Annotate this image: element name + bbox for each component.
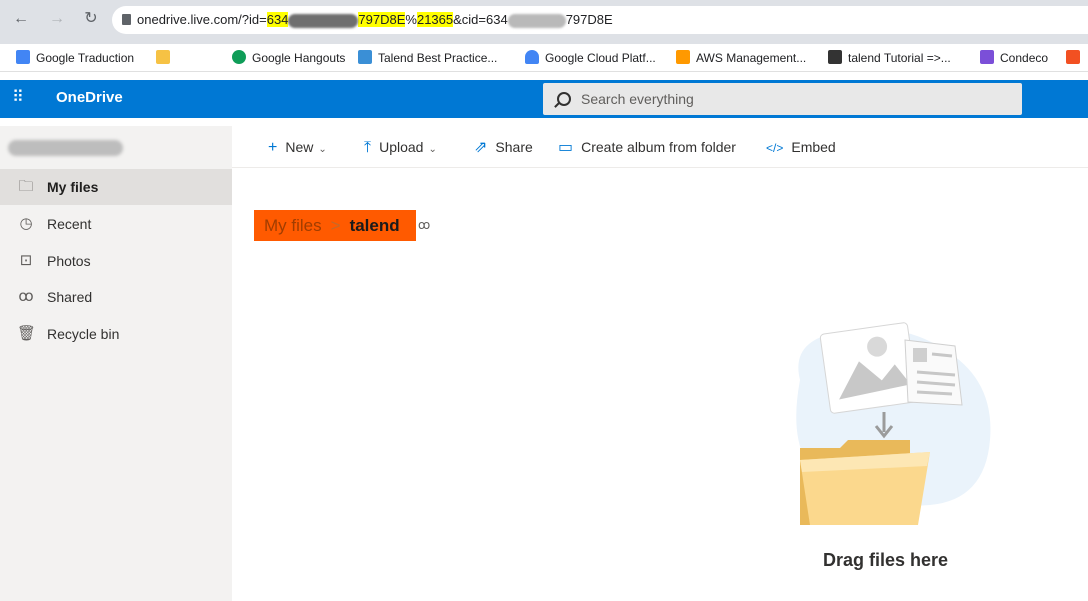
bookmark-label: AWS Management...	[696, 51, 807, 65]
url-text: &cid=634	[453, 12, 508, 27]
share-icon: ⇗	[474, 139, 488, 156]
album-icon: ▭	[558, 139, 574, 156]
bookmark-extra[interactable]	[1066, 49, 1086, 67]
url-text: %	[405, 12, 417, 27]
sidebar-item-label: My files	[47, 179, 99, 195]
url-highlight: 634	[266, 12, 289, 27]
sidebar-item-recycle-bin[interactable]: 🗑 Recycle bin	[0, 316, 232, 352]
sidebar-item-label: Shared	[47, 289, 93, 305]
bookmark-google-hangouts[interactable]: Google Hangouts	[232, 49, 345, 67]
upload-button[interactable]: ⤒ Upload ⌄	[364, 126, 437, 168]
url-highlight: 797D8E	[358, 12, 406, 27]
shared-people-icon[interactable]: ꝏ	[418, 218, 430, 232]
search-input[interactable]: Search everything	[543, 83, 1022, 115]
sidebar-item-label: Recent	[47, 216, 92, 232]
brand-title[interactable]: OneDrive	[56, 89, 123, 106]
breadcrumb: My files > talend	[254, 210, 416, 241]
sidebar-item-my-files[interactable]: 🗀 My files	[0, 169, 232, 205]
embed-button[interactable]: </> Embed	[766, 126, 836, 168]
sidebar-item-photos[interactable]: ⊡ Photos	[0, 243, 232, 279]
bookmark-label: talend Tutorial =>...	[848, 51, 951, 65]
bookmark-label: Condeco	[1000, 51, 1049, 65]
bookmarks-bar: Google Traduction Google Hangouts Talend…	[0, 44, 1088, 72]
bookmark-label: Talend Best Practice...	[378, 51, 498, 65]
photo-icon: ⊡	[19, 252, 33, 269]
aws-icon	[676, 50, 690, 64]
sidebar-item-shared[interactable]: ꝏ Shared	[0, 279, 232, 315]
new-button[interactable]: + New ⌄	[268, 126, 327, 168]
bookmark-condeco[interactable]: Condeco	[980, 49, 1048, 67]
lock-icon	[122, 14, 131, 25]
share-button[interactable]: ⇗ Share	[474, 126, 533, 168]
url-text: 797D8E	[565, 12, 613, 27]
bookmark-label: Google Hangouts	[252, 51, 346, 65]
chevron-down-icon: ⌄	[428, 144, 437, 155]
url-text: onedrive.live.com/?id=	[137, 12, 267, 27]
folder-icon: 🗀	[18, 178, 34, 195]
clock-icon: ◷	[19, 215, 33, 232]
command-bar: + New ⌄ ⤒ Upload ⌄ ⇗ Share ▭ Create album from…	[232, 126, 1088, 168]
empty-state-text: Drag files here	[823, 550, 949, 570]
trash-icon: 🗑	[17, 325, 37, 342]
sidebar-item-label: Recycle bin	[47, 326, 120, 342]
embed-label: Embed	[791, 139, 836, 155]
talend-icon	[358, 50, 372, 64]
sidebar-item-recent[interactable]: ◷ Recent	[0, 206, 232, 242]
app-header: ⠿ OneDrive Search everything	[0, 80, 1088, 118]
bookmark-google-traduction[interactable]: Google Traduction	[16, 49, 134, 67]
search-placeholder: Search everything	[581, 91, 694, 107]
search-icon	[557, 92, 571, 106]
share-label: Share	[495, 139, 533, 155]
bookmark-google-cloud[interactable]: Google Cloud Platf...	[525, 49, 656, 67]
upload-icon: ⤒	[364, 139, 372, 156]
chevron-down-icon: ⌄	[318, 144, 327, 155]
bookmark-label: Google Traduction	[36, 51, 135, 65]
sidebar: 🗀 My files ◷ Recent ⊡ Photos ꝏ Shared 🗑 Recyc…	[0, 126, 232, 601]
album-label: Create album from folder	[581, 139, 736, 155]
create-album-button[interactable]: ▭ Create album from folder	[558, 126, 736, 168]
tutorial-icon	[828, 50, 842, 64]
app-launcher-icon[interactable]: ⠿	[12, 88, 32, 108]
user-name-redaction	[8, 140, 123, 156]
url-redaction	[507, 13, 566, 28]
folder-icon	[156, 50, 170, 64]
new-label: New	[285, 139, 314, 155]
plus-icon: +	[268, 139, 278, 156]
breadcrumb-root[interactable]: My files	[264, 216, 322, 235]
address-bar[interactable]: onedrive.live.com/?id=634 797D8E%21365&ci…	[112, 6, 1088, 34]
bookmark-talend-best-practice[interactable]: Talend Best Practice...	[358, 49, 497, 67]
url-redaction	[288, 13, 359, 28]
embed-icon: </>	[766, 141, 784, 155]
forward-arrow-icon[interactable]: →	[46, 8, 68, 30]
translate-icon	[16, 50, 30, 64]
condeco-icon	[980, 50, 994, 64]
hangouts-icon	[232, 50, 246, 64]
upload-label: Upload	[379, 139, 424, 155]
back-arrow-icon[interactable]: ←	[10, 8, 32, 30]
bookmark-label: Google Cloud Platf...	[545, 51, 656, 65]
chevron-right-icon: >	[330, 216, 341, 235]
bookmark-folder[interactable]	[156, 49, 176, 67]
url-highlight: 21365	[416, 12, 454, 27]
microsoft-icon	[1066, 50, 1080, 64]
browser-toolbar: ← → ↻ onedrive.live.com/?id=634 797D8E%21…	[0, 0, 1088, 44]
empty-folder-illustration	[796, 322, 991, 525]
cloud-icon	[525, 50, 539, 64]
people-icon: ꝏ	[18, 288, 34, 305]
reload-icon[interactable]: ↻	[80, 8, 102, 30]
bookmark-talend-tutorial[interactable]: talend Tutorial =>...	[828, 49, 951, 67]
breadcrumb-current: talend	[349, 216, 400, 235]
sidebar-item-label: Photos	[47, 253, 91, 269]
bookmark-aws-management[interactable]: AWS Management...	[676, 49, 806, 67]
